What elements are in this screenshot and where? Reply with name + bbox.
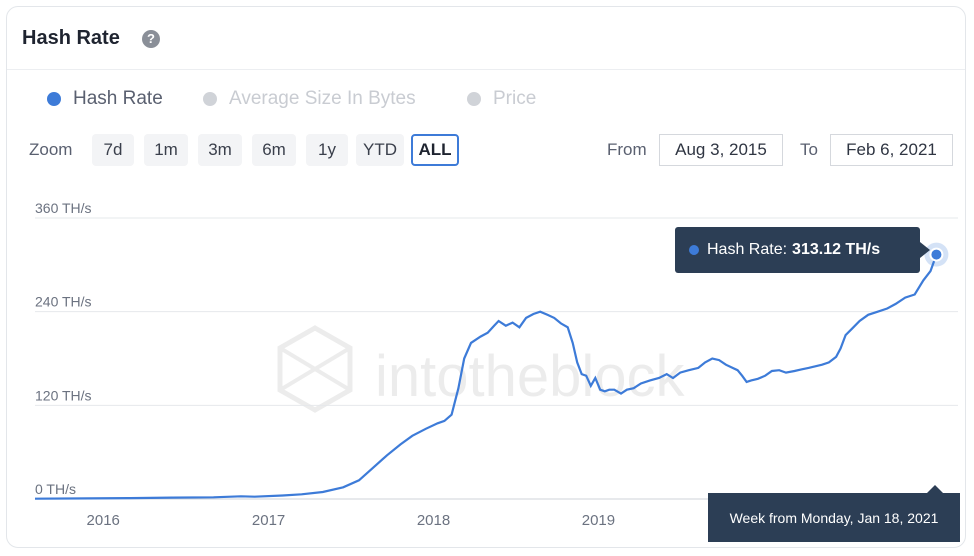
- y-tick-label: 0 TH/s: [35, 481, 76, 497]
- y-tick-label: 120 TH/s: [35, 387, 92, 403]
- y-axis: 0 TH/s 120 TH/s 240 TH/s 360 TH/s: [35, 200, 92, 497]
- x-tick-label: 2016: [87, 512, 120, 529]
- date-tooltip: Week from Monday, Jan 18, 2021: [708, 485, 960, 542]
- x-tick-label: 2018: [417, 512, 450, 529]
- watermark-text: intotheblock: [375, 344, 686, 409]
- tooltip-dot-icon: [689, 245, 699, 255]
- y-tick-label: 360 TH/s: [35, 200, 92, 216]
- value-tooltip: Hash Rate: 313.12 TH/s: [675, 227, 930, 273]
- x-axis: 2016 2017 2018 2019: [87, 512, 616, 529]
- x-tick-label: 2017: [252, 512, 285, 529]
- tooltip-series: Hash Rate:: [707, 241, 788, 258]
- hover-point[interactable]: [929, 247, 944, 262]
- watermark-logo: intotheblock: [277, 325, 686, 413]
- hash-rate-chart[interactable]: intotheblock 0 TH/s 120 TH/s 240 TH/s 360 T…: [0, 0, 974, 556]
- tooltip-value: 313.12 TH/s: [792, 241, 881, 258]
- x-tick-label: 2019: [582, 512, 615, 529]
- y-tick-label: 240 TH/s: [35, 294, 92, 310]
